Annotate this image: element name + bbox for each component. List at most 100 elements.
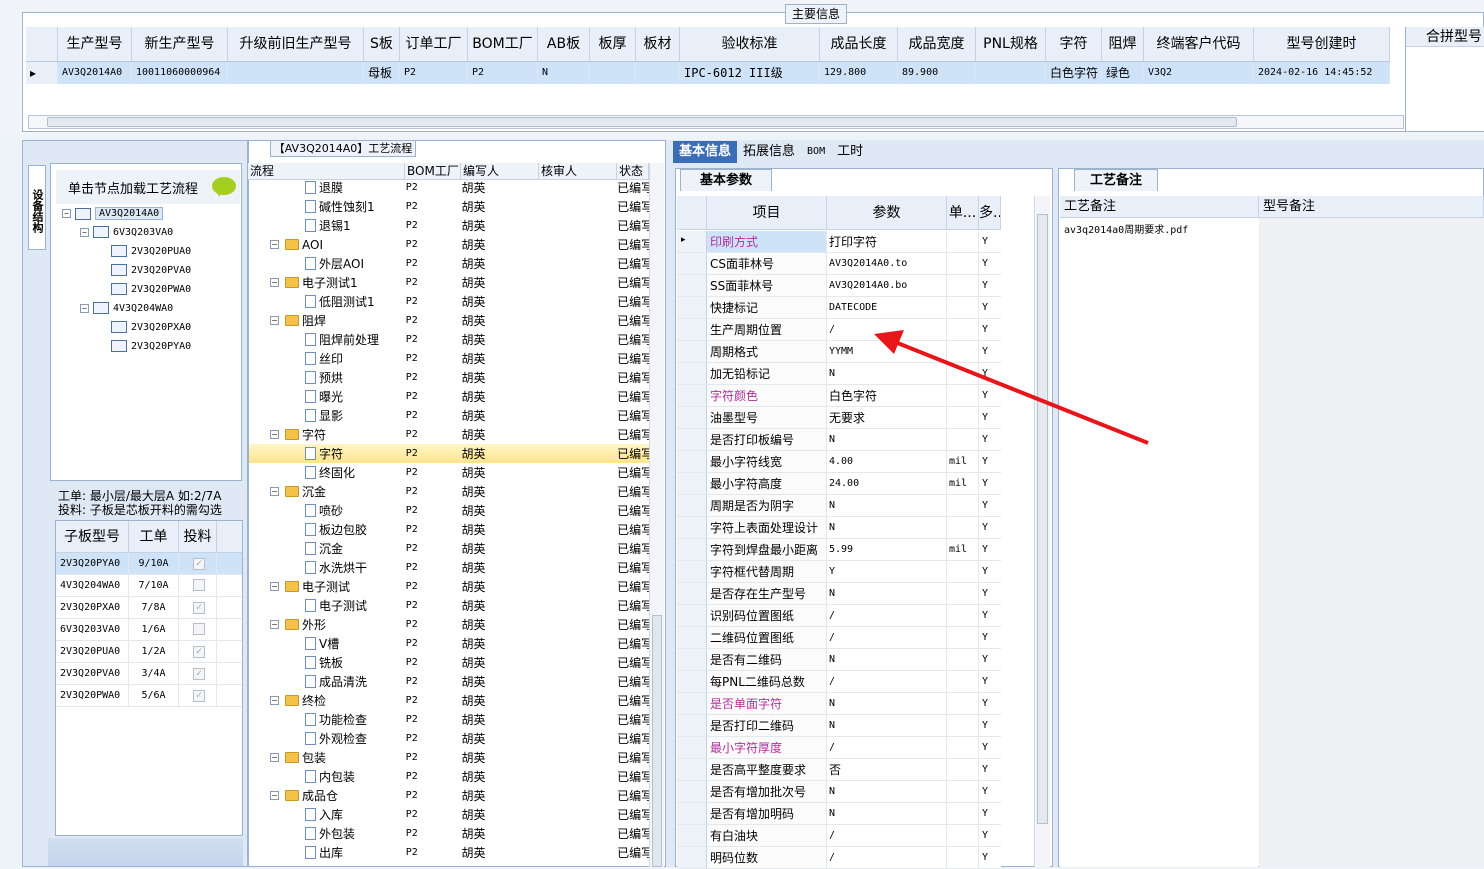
collapse-icon[interactable]: − <box>80 303 89 313</box>
param-col-multi[interactable]: 多... <box>979 196 1001 229</box>
flow-row[interactable]: 外包装 P2 胡英 已编写 <box>249 824 649 843</box>
tree-node[interactable]: 2V3Q20PUA0 <box>98 245 191 257</box>
main-col-header[interactable]: AB板 <box>538 27 590 61</box>
param-row[interactable]: 是否有增加明码 N Y <box>677 803 1001 825</box>
collapse-icon[interactable]: − <box>270 620 279 629</box>
tree-node[interactable]: − AV3Q2014A0 <box>62 207 164 220</box>
flow-row[interactable]: − 阻焊 P2 胡英 已编写 <box>249 311 649 330</box>
main-cell[interactable] <box>636 62 680 84</box>
collapse-icon[interactable]: − <box>270 487 279 496</box>
remark-file-link[interactable]: av3q2014a0周期要求.pdf <box>1060 218 1258 239</box>
tree-node[interactable]: 2V3Q20PWA0 <box>98 283 191 295</box>
sub-order-cell[interactable]: 7/8A <box>129 597 179 618</box>
collapse-icon[interactable]: − <box>270 278 279 287</box>
flow-row[interactable]: 出库 P2 胡英 已编写 <box>249 843 649 862</box>
param-value[interactable]: / <box>827 737 947 758</box>
tree-node[interactable]: 2V3Q20PVA0 <box>98 264 191 276</box>
main-col-header[interactable]: 板材 <box>636 27 680 61</box>
flow-col-name[interactable]: 流程 <box>248 163 405 179</box>
param-value[interactable]: / <box>827 605 947 626</box>
flow-row[interactable]: 曝光 P2 胡英 已编写 <box>249 387 649 406</box>
flow-row[interactable]: − 电子测试1 P2 胡英 已编写 <box>249 273 649 292</box>
sub-col-feed[interactable]: 投料 <box>179 521 217 552</box>
flow-row[interactable]: 沉金 P2 胡英 已编写 <box>249 539 649 558</box>
param-value[interactable]: N <box>827 495 947 516</box>
remark-tab[interactable]: 工艺备注 <box>1074 169 1158 191</box>
remark-col-model[interactable]: 型号备注 <box>1259 196 1484 217</box>
flow-row[interactable]: 铣板 P2 胡英 已编写 <box>249 653 649 672</box>
flow-row[interactable]: − 成品仓 P2 胡英 已编写 <box>249 786 649 805</box>
param-row[interactable]: 是否有增加批次号 N Y <box>677 781 1001 803</box>
main-cell[interactable] <box>590 62 636 84</box>
collapse-icon[interactable]: − <box>270 696 279 705</box>
main-cell[interactable]: 10011060000964 <box>132 62 228 84</box>
param-row[interactable]: CS面菲林号 AV3Q2014A0.to Y <box>677 253 1001 275</box>
param-row[interactable]: 是否高平整度要求 否 Y <box>677 759 1001 781</box>
tab-work-hours[interactable]: 工时 <box>831 141 869 163</box>
param-col-unit[interactable]: 单... <box>947 196 979 229</box>
main-col-header[interactable]: 字符 <box>1046 27 1102 61</box>
flow-row[interactable]: − 终检 P2 胡英 已编写 <box>249 691 649 710</box>
sub-order-cell[interactable]: 3/4A <box>129 663 179 684</box>
chat-bubble-icon[interactable] <box>212 177 236 197</box>
param-row[interactable]: SS面菲林号 AV3Q2014A0.bo Y <box>677 275 1001 297</box>
collapse-icon[interactable]: − <box>270 240 279 249</box>
param-value[interactable]: AV3Q2014A0.to <box>827 253 947 274</box>
basic-params-tab[interactable]: 基本参数 <box>680 169 772 191</box>
param-row[interactable]: 最小字符厚度 / Y <box>677 737 1001 759</box>
flow-col-reviewer[interactable]: 核审人 <box>539 163 617 179</box>
flow-row[interactable]: 碱性蚀刻1 P2 胡英 已编写 <box>249 197 649 216</box>
feed-checkbox[interactable]: ✓ <box>193 646 205 658</box>
main-cell[interactable]: V3Q2 <box>1144 62 1254 84</box>
param-value[interactable]: 否 <box>827 759 947 780</box>
flow-row[interactable]: 预烘 P2 胡英 已编写 <box>249 368 649 387</box>
feed-checkbox[interactable] <box>193 623 205 635</box>
flow-row[interactable]: 丝印 P2 胡英 已编写 <box>249 349 649 368</box>
sub-order-cell[interactable]: 7/10A <box>129 575 179 596</box>
param-value[interactable]: / <box>827 825 947 846</box>
param-value[interactable]: N <box>827 693 947 714</box>
collapse-icon[interactable]: − <box>270 753 279 762</box>
param-row[interactable]: 是否单面字符 N Y <box>677 693 1001 715</box>
sub-board-row[interactable]: 2V3Q20PUA0 1/2A ✓ <box>56 641 242 663</box>
flow-row[interactable]: 阻焊前处理 P2 胡英 已编写 <box>249 330 649 349</box>
main-col-header[interactable]: 成品长度 <box>820 27 898 61</box>
flow-col-status[interactable]: 状态 <box>617 163 649 179</box>
sub-order-cell[interactable]: 1/2A <box>129 641 179 662</box>
sub-order-cell[interactable]: 1/6A <box>129 619 179 640</box>
main-cell[interactable]: 母板 <box>364 62 400 84</box>
main-col-header[interactable]: 终端客户代码 <box>1144 27 1254 61</box>
main-grid-hscrollbar[interactable] <box>28 115 1404 129</box>
param-value[interactable]: / <box>827 847 947 868</box>
main-cell[interactable]: P2 <box>468 62 538 84</box>
collapse-icon[interactable]: − <box>270 430 279 439</box>
param-row[interactable]: 最小字符线宽 4.00 mil Y <box>677 451 1001 473</box>
sub-board-row[interactable]: 6V3Q203VA0 1/6A <box>56 619 242 641</box>
main-cell[interactable] <box>228 62 364 84</box>
param-row[interactable]: 最小字符高度 24.00 mil Y <box>677 473 1001 495</box>
sub-board-row[interactable]: 2V3Q20PXA0 7/8A ✓ <box>56 597 242 619</box>
main-col-header[interactable]: BOM工厂 <box>468 27 538 61</box>
param-value[interactable]: / <box>827 671 947 692</box>
flow-row[interactable]: − 包装 P2 胡英 已编写 <box>249 748 649 767</box>
flow-row[interactable]: 电子测试 P2 胡英 已编写 <box>249 596 649 615</box>
feed-checkbox[interactable]: ✓ <box>193 558 205 570</box>
main-col-header[interactable]: 成品宽度 <box>898 27 976 61</box>
flow-row[interactable]: 外层AOI P2 胡英 已编写 <box>249 254 649 273</box>
sub-order-cell[interactable]: 5/6A <box>129 685 179 706</box>
process-remark-body[interactable]: av3q2014a0周期要求.pdf <box>1060 218 1258 867</box>
collapse-icon[interactable]: − <box>62 209 71 218</box>
hscroll-thumb[interactable] <box>47 117 1237 127</box>
flow-row[interactable]: 终固化 P2 胡英 已编写 <box>249 463 649 482</box>
param-row[interactable]: 二维码位置图纸 / Y <box>677 627 1001 649</box>
param-row[interactable]: 字符框代替周期 Y Y <box>677 561 1001 583</box>
flow-row[interactable]: 外观检查 P2 胡英 已编写 <box>249 729 649 748</box>
flow-row[interactable]: − 电子测试 P2 胡英 已编写 <box>249 577 649 596</box>
main-cell[interactable]: 89.900 <box>898 62 976 84</box>
flow-row[interactable]: 板边包胶 P2 胡英 已编写 <box>249 520 649 539</box>
feed-checkbox[interactable]: ✓ <box>193 602 205 614</box>
flow-row[interactable]: 喷砂 P2 胡英 已编写 <box>249 501 649 520</box>
main-grid-row[interactable]: ▸ AV3Q2014A0 10011060000964 母板 P2 P2 N IPC-6012… <box>26 62 1390 84</box>
flow-row[interactable]: − AOI P2 胡英 已编写 <box>249 235 649 254</box>
flow-vscrollbar[interactable] <box>649 163 664 867</box>
